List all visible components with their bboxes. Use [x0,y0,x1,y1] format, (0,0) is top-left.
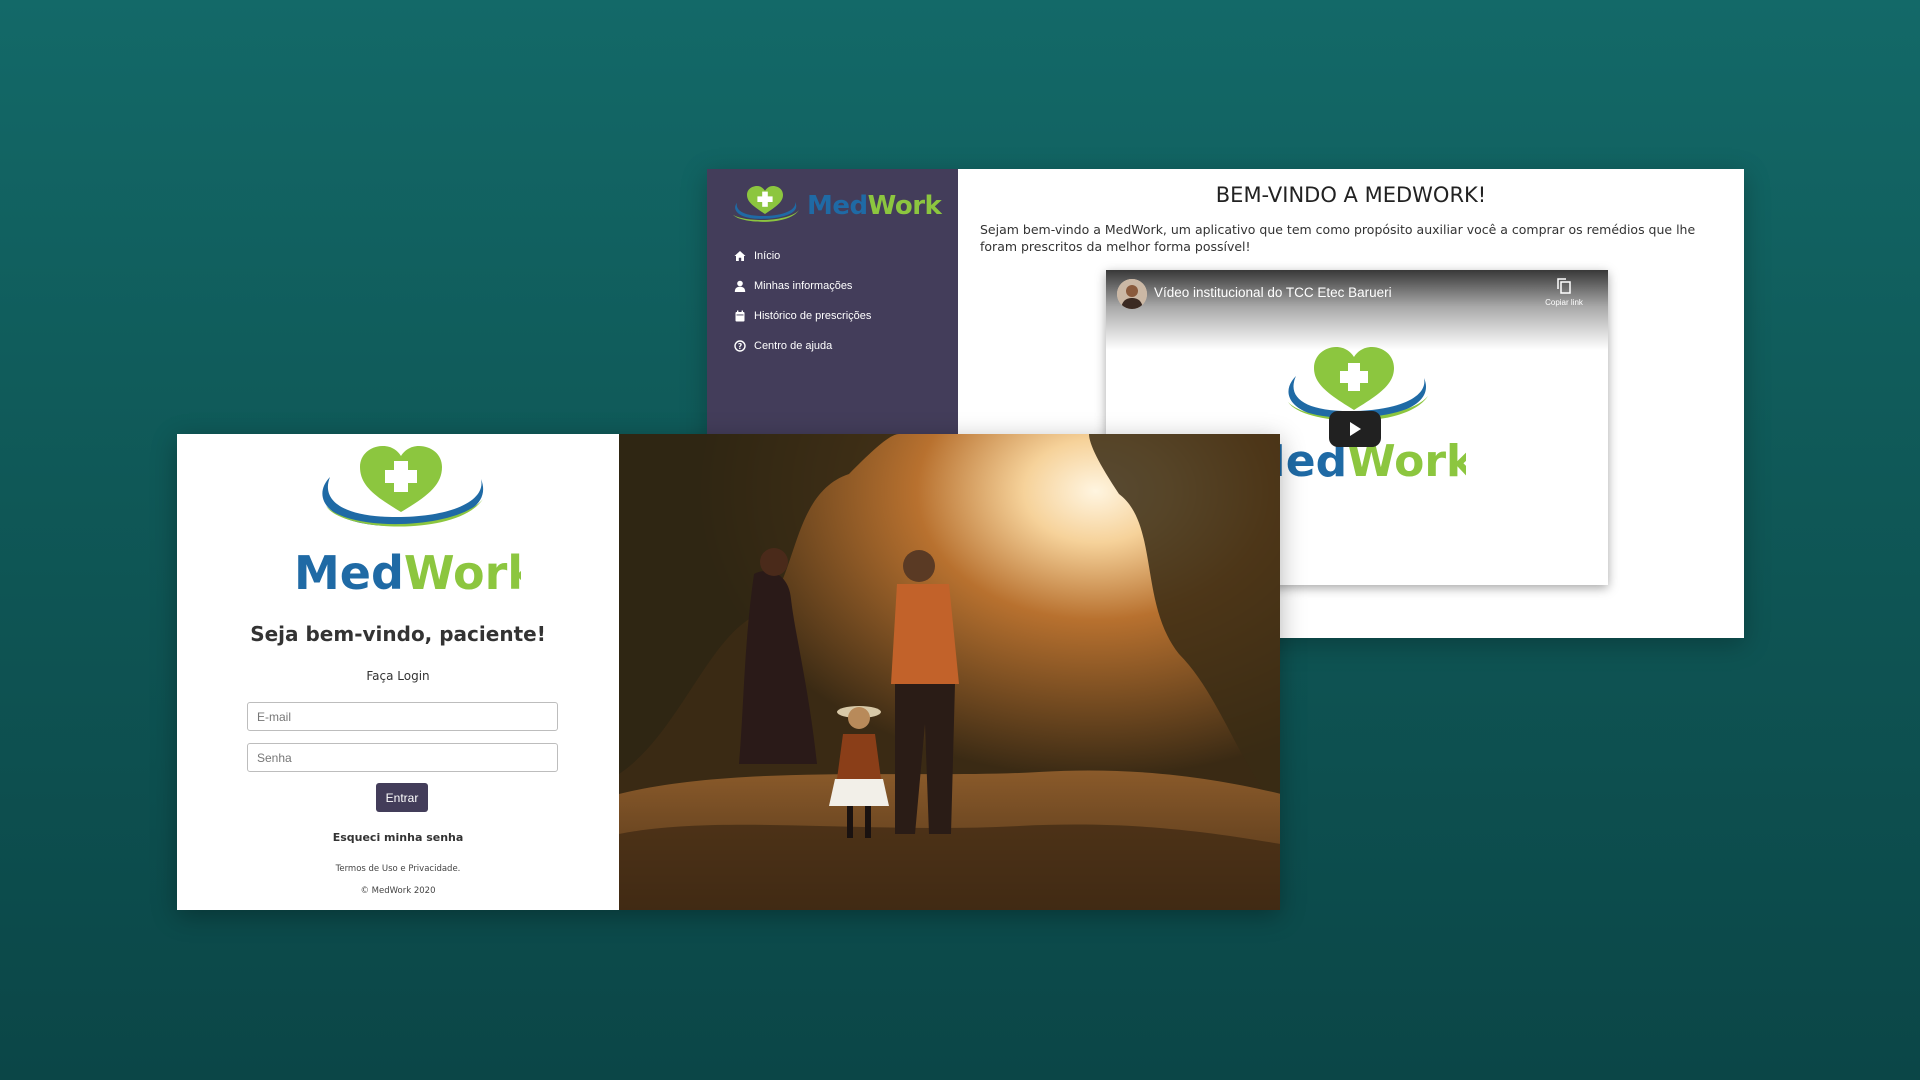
password-field[interactable] [247,743,558,772]
user-icon [734,280,746,292]
channel-avatar[interactable] [1117,279,1147,309]
sidebar-item-label: Minhas informações [754,280,853,292]
login-window: MedWork Seja bem-vindo, paciente! Faça L… [177,434,1280,910]
svg-text:MedWork: MedWork [296,546,521,600]
login-logo-med: Med [296,546,404,600]
login-subtitle: Faça Login [366,669,430,683]
forgot-password-link[interactable]: Esqueci minha senha [177,831,619,844]
sidebar-item-inicio[interactable]: Início [707,241,958,271]
sidebar-item-centro-ajuda[interactable]: ? Centro de ajuda [707,331,958,361]
sidebar-nav: Início Minhas informações Histórico de p… [707,241,958,361]
copy-icon [1557,278,1571,294]
brand-med: Med [807,191,868,221]
family-photo [619,434,1280,910]
play-button[interactable] [1329,411,1381,447]
login-logo-work: Work [404,546,521,600]
medwork-logo-icon: MedWork [294,446,539,600]
sidebar-brand: MedWork [807,191,942,221]
sidebar-item-historico-prescricoes[interactable]: Histórico de prescrições [707,301,958,331]
page-description: Sejam bem-vindo a MedWork, um aplicativo… [980,222,1696,254]
calendar-icon [734,310,746,322]
email-field[interactable] [247,702,558,731]
svg-text:?: ? [738,342,742,351]
copy-link-button[interactable]: Copiar link [1534,278,1594,307]
sidebar-item-label: Centro de ajuda [754,340,833,352]
terms-link[interactable]: Termos de Uso e Privacidade. [177,864,619,874]
sidebar-item-minhas-informacoes[interactable]: Minhas informações [707,271,958,301]
login-panel: MedWork Seja bem-vindo, paciente! Faça L… [177,434,619,910]
copyright-text: © MedWork 2020 [360,886,436,896]
brand-work: Work [867,191,942,221]
sidebar-item-label: Início [754,250,781,262]
sidebar-item-label: Histórico de prescrições [754,310,872,322]
video-header-overlay [1106,270,1608,350]
login-logo: MedWork [294,444,539,609]
welcome-heading: Seja bem-vindo, paciente! [250,622,546,646]
play-icon [1350,422,1361,436]
page-title: BEM-VINDO A MEDWORK! [1215,183,1487,207]
medwork-logo-icon [733,186,799,222]
login-button[interactable]: Entrar [376,783,428,812]
video-title[interactable]: Vídeo institucional do TCC Etec Barueri [1154,285,1392,300]
sidebar-logo[interactable]: MedWork [707,183,958,229]
help-circle-icon: ? [734,340,746,352]
home-icon [734,250,746,262]
copy-link-label: Copiar link [1545,298,1583,307]
